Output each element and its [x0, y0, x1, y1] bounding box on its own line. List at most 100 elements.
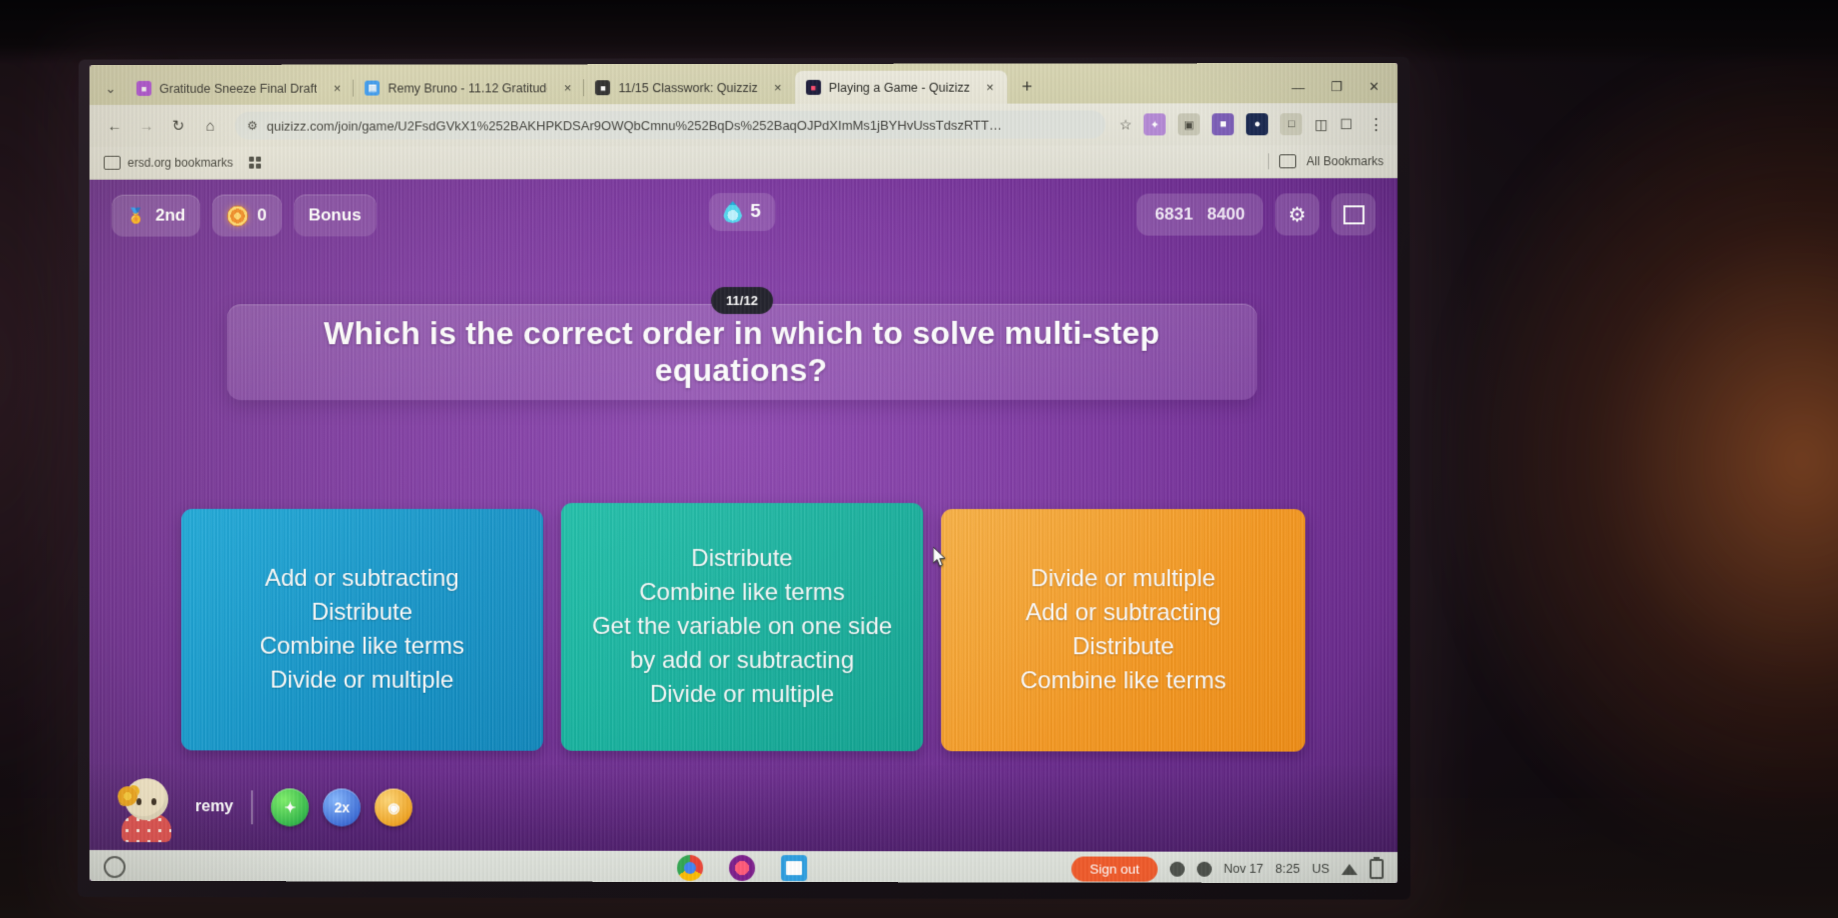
- score-total: 8400: [1207, 204, 1245, 224]
- power-up-green[interactable]: ✦: [271, 788, 309, 826]
- mouse-cursor: [933, 547, 947, 567]
- target-icon: [227, 205, 248, 226]
- minimize-button[interactable]: —: [1292, 80, 1305, 95]
- shelf-time: 8:25: [1275, 862, 1299, 876]
- tab-search-caret-icon[interactable]: ⌄: [96, 73, 126, 105]
- extension-icon-3[interactable]: ■: [1212, 113, 1234, 135]
- quizizz-icon: ■: [806, 80, 821, 95]
- forward-button[interactable]: →: [132, 111, 162, 141]
- tab-close-icon[interactable]: ×: [982, 80, 998, 95]
- tab-title: Gratitude Sneeze Final Draft: [159, 81, 317, 95]
- address-bar[interactable]: ⚙ quizizz.com/join/game/U2FsdGVkX1%252BA…: [235, 110, 1105, 139]
- player-name: remy: [195, 798, 233, 816]
- browser-tab-2[interactable]: ■ 11/15 Classwork: Quizziz ×: [585, 71, 795, 104]
- answer-option-0[interactable]: Add or subtracting Distribute Combine li…: [181, 509, 543, 751]
- system-icon-1[interactable]: [1169, 861, 1184, 876]
- quizizz-game-area: 🏅 2nd 0 Bonus 5 6831 8400 ⚙ 11/12 Which …: [90, 178, 1398, 852]
- shelf-date: Nov 17: [1224, 862, 1264, 876]
- browser-tab-0[interactable]: ■ Gratitude Sneeze Final Draft ×: [126, 72, 354, 105]
- score-current: 6831: [1155, 205, 1193, 225]
- bookmark-label: ersd.org bookmarks: [128, 156, 234, 170]
- answer-line: Divide or multiple: [270, 664, 454, 698]
- blue-flame-icon: [723, 201, 742, 223]
- powerups-group: ✦ 2x ◉: [271, 788, 413, 826]
- answer-line: Combine like terms: [1020, 664, 1226, 698]
- bookmarks-divider: [1268, 153, 1269, 169]
- tab-close-icon[interactable]: ×: [560, 80, 576, 95]
- sign-out-button[interactable]: Sign out: [1072, 856, 1158, 881]
- browser-tab-strip: ⌄ ■ Gratitude Sneeze Final Draft × ▤ Rem…: [90, 63, 1398, 105]
- keyboard-layout-label[interactable]: US: [1312, 862, 1329, 876]
- extension-icon-5[interactable]: □: [1280, 113, 1302, 135]
- answer-line: Add or subtracting: [265, 562, 459, 596]
- tab-title: Remy Bruno - 11.12 Gratitude F: [388, 81, 548, 95]
- tab-title: Playing a Game - Quizizz: [829, 80, 970, 94]
- extension-icon-4[interactable]: ●: [1246, 113, 1268, 135]
- shelf-status-area[interactable]: Sign out Nov 17 8:25 US: [1072, 856, 1384, 882]
- chrome-app-icon[interactable]: [677, 855, 703, 881]
- docs-icon: ▤: [365, 81, 380, 96]
- settings-button[interactable]: ⚙: [1275, 193, 1319, 235]
- hud-right-group: 6831 8400 ⚙: [1137, 193, 1376, 235]
- browser-tab-1[interactable]: ▤ Remy Bruno - 11.12 Gratitude F ×: [354, 71, 584, 104]
- all-bookmarks-label: All Bookmarks: [1307, 154, 1384, 168]
- answer-option-1[interactable]: Distribute Combine like terms Get the va…: [561, 503, 924, 751]
- folder-icon: [104, 156, 121, 170]
- system-icon-2[interactable]: [1196, 861, 1211, 876]
- extension-icon-1[interactable]: ✦: [1144, 113, 1166, 135]
- cast-icon[interactable]: ☐: [1340, 116, 1353, 133]
- tune-icon[interactable]: ⚙: [247, 119, 257, 133]
- answer-options: Add or subtracting Distribute Combine li…: [90, 509, 1398, 752]
- slides-icon: ■: [136, 81, 151, 96]
- shelf-app-icons: [677, 855, 807, 881]
- home-button[interactable]: ⌂: [195, 111, 225, 141]
- slides-app-icon[interactable]: [781, 855, 807, 881]
- medal-icon: 🏅: [127, 206, 147, 226]
- question-counter: 11/12: [711, 287, 773, 314]
- new-tab-button[interactable]: +: [1013, 73, 1041, 101]
- avatar: [116, 776, 178, 838]
- browser-tab-3-active[interactable]: ■ Playing a Game - Quizizz ×: [795, 71, 1007, 104]
- rank-pill: 🏅 2nd: [112, 195, 201, 237]
- close-window-button[interactable]: ✕: [1369, 79, 1380, 95]
- back-button[interactable]: ←: [100, 111, 130, 141]
- streak-value: 5: [750, 201, 761, 223]
- quizizz-app-icon[interactable]: [729, 855, 755, 881]
- bookmark-folder-ersd[interactable]: ersd.org bookmarks: [104, 156, 233, 170]
- folder-icon: [1279, 154, 1296, 168]
- fullscreen-button[interactable]: [1331, 193, 1375, 235]
- wifi-icon[interactable]: [1341, 863, 1357, 874]
- power-up-orange[interactable]: ◉: [375, 789, 413, 827]
- slides-dark-icon: ■: [596, 80, 611, 95]
- bookmark-grid-icon[interactable]: [249, 157, 261, 169]
- power-up-double-points[interactable]: 2x: [323, 788, 361, 826]
- browser-toolbar: ← → ↻ ⌂ ⚙ quizizz.com/join/game/U2FsdGVk…: [90, 103, 1398, 147]
- answer-line: Distribute: [311, 596, 412, 630]
- tab-close-icon[interactable]: ×: [770, 80, 786, 95]
- flower-icon: [118, 786, 138, 806]
- bookmark-star-icon[interactable]: ☆: [1119, 116, 1132, 133]
- answer-line: Get the variable on one side: [592, 610, 892, 644]
- answer-line: by add or subtracting: [630, 644, 854, 678]
- window-controls: — ❐ ✕: [1292, 79, 1398, 103]
- battery-icon[interactable]: [1370, 859, 1384, 879]
- address-bar-url: quizizz.com/join/game/U2FsdGVkX1%252BAKH…: [267, 117, 1093, 133]
- all-bookmarks-group[interactable]: All Bookmarks: [1268, 153, 1383, 169]
- maximize-button[interactable]: ❐: [1331, 79, 1343, 95]
- chrome-menu-icon[interactable]: ⋮: [1365, 115, 1388, 133]
- extensions-row: ✦ ▣ ■ ● □ ◫ ☐ ⋮: [1134, 113, 1388, 135]
- score-pill: 6831 8400: [1137, 193, 1263, 235]
- extension-icon-2[interactable]: ▣: [1178, 113, 1200, 135]
- answer-line: Distribute: [1072, 630, 1174, 664]
- reload-button[interactable]: ↻: [163, 111, 193, 141]
- answer-option-2[interactable]: Divide or multiple Add or subtracting Di…: [941, 509, 1305, 752]
- bonus-label: Bonus: [308, 205, 361, 225]
- answer-line: Divide or multiple: [650, 678, 834, 712]
- split-view-icon[interactable]: ◫: [1314, 116, 1327, 133]
- answer-line: Combine like terms: [260, 630, 465, 664]
- answer-line: Add or subtracting: [1026, 596, 1221, 630]
- laptop-screen: ⌄ ■ Gratitude Sneeze Final Draft × ▤ Rem…: [90, 63, 1398, 883]
- tab-close-icon[interactable]: ×: [329, 81, 345, 96]
- launcher-circle-icon[interactable]: [104, 856, 126, 878]
- bookmarks-bar: ersd.org bookmarks All Bookmarks: [90, 145, 1398, 180]
